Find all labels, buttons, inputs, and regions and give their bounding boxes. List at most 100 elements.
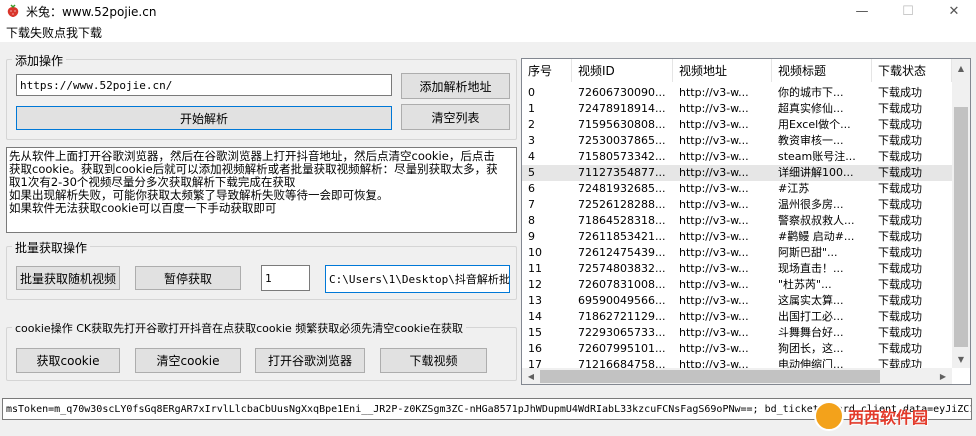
clear-list-button[interactable]: 清空列表 [401, 104, 510, 130]
url-input[interactable]: https://www.52pojie.cn/ [16, 74, 392, 96]
table-row[interactable]: 13 69590049566... http://v3-w... 这属实太算... 下载… [522, 293, 952, 309]
cell-index: 0 [528, 86, 535, 99]
cell-video-title: 这属实太算... [778, 294, 844, 307]
scroll-left-icon[interactable]: ◀ [522, 368, 540, 384]
cell-video-title: #鹳鳗 启动#... [778, 230, 855, 243]
table-row[interactable]: 3 72530037865... http://v3-w... 教资审核一... 下载成… [522, 133, 952, 149]
scroll-down-icon[interactable]: ▼ [952, 350, 970, 368]
info-line: 如果软件无法获取cookie可以百度一下手动获取即可 [9, 201, 277, 215]
cell-index: 14 [528, 310, 542, 323]
cell-index: 12 [528, 278, 542, 291]
scroll-up-icon[interactable]: ▲ [952, 59, 970, 77]
cell-video-url: http://v3-w... [679, 246, 749, 259]
title-bar: 米兔：www.52pojie.cn — ☐ ✕ [0, 0, 976, 22]
cell-video-id: 72612475439... [578, 246, 666, 259]
cell-video-url: http://v3-w... [679, 310, 749, 323]
table-row[interactable]: 0 72606730090... http://v3-w... 你的城市下... 下载成… [522, 85, 952, 101]
cell-status: 下载成功 [878, 262, 922, 275]
cell-index: 7 [528, 198, 535, 211]
cell-status: 下载成功 [878, 342, 922, 355]
cell-status: 下载成功 [878, 310, 922, 323]
table-row[interactable]: 14 71862721129... http://v3-w... 出国打工必... 下载… [522, 309, 952, 325]
cell-status: 下载成功 [878, 230, 922, 243]
add-group-legend: 添加操作 [12, 52, 67, 69]
header-download-status[interactable]: 下载状态 [872, 59, 952, 82]
scroll-right-icon[interactable]: ▶ [934, 368, 952, 384]
cell-status: 下载成功 [878, 86, 922, 99]
open-chrome-button[interactable]: 打开谷歌浏览器 [255, 348, 365, 373]
get-cookie-button[interactable]: 获取cookie [16, 348, 120, 373]
header-video-url[interactable]: 视频地址 [673, 59, 772, 82]
add-parse-url-button[interactable]: 添加解析地址 [401, 73, 510, 99]
cell-video-title: 教资审核一... [778, 134, 844, 147]
save-path-input[interactable]: C:\Users\1\Desktop\抖音解析批量 [325, 265, 510, 293]
cell-index: 11 [528, 262, 542, 275]
cell-video-id: 71580573342... [578, 150, 666, 163]
pause-button[interactable]: 暂停获取 [135, 266, 241, 290]
table-row[interactable]: 4 71580573342... http://v3-w... steam账号注...… [522, 149, 952, 165]
table-row[interactable]: 5 71127354877... http://v3-w... 详细讲解100... 下… [522, 165, 952, 181]
cookie-group-legend: cookie操作 CK获取先打开谷歌打开抖音在点获取cookie 频繁获取必须先… [12, 320, 466, 336]
cell-video-url: http://v3-w... [679, 230, 749, 243]
cell-video-id: 71127354877... [578, 166, 666, 179]
cell-status: 下载成功 [878, 326, 922, 339]
cell-video-title: steam账号注... [778, 150, 856, 163]
table-row[interactable]: 9 72611853421... http://v3-w... #鹳鳗 启动#... 下… [522, 229, 952, 245]
close-button[interactable]: ✕ [932, 0, 976, 22]
vertical-scroll-thumb[interactable] [954, 107, 968, 347]
cell-video-id: 72293065733... [578, 326, 666, 339]
cell-index: 10 [528, 246, 542, 259]
video-table[interactable]: 序号 视频ID 视频地址 视频标题 下载状态 0 72606730090... ht… [521, 58, 971, 385]
minimize-button[interactable]: — [840, 0, 884, 22]
cell-video-url: http://v3-w... [679, 86, 749, 99]
cell-video-title: 狗团长，这... [778, 342, 844, 355]
header-index[interactable]: 序号 [522, 59, 572, 82]
watermark-text: 西西软件园 [848, 408, 929, 427]
cell-video-title: 出国打工必... [778, 310, 844, 323]
clear-cookie-button[interactable]: 清空cookie [135, 348, 241, 373]
table-row[interactable]: 12 72607831008... http://v3-w... "杜苏芮"... 下载… [522, 277, 952, 293]
cell-video-id: 72574803832... [578, 262, 666, 275]
table-row[interactable]: 8 71864528318... http://v3-w... 警察叔叔救人... 下载… [522, 213, 952, 229]
table-row[interactable]: 2 71595630808... http://v3-w... 用Excel做个...… [522, 117, 952, 133]
cell-video-id: 71864528318... [578, 214, 666, 227]
table-body: 0 72606730090... http://v3-w... 你的城市下... 下载成… [522, 85, 952, 373]
cell-index: 3 [528, 134, 535, 147]
count-input[interactable]: 1 [261, 265, 310, 291]
table-row[interactable]: 15 72293065733... http://v3-w... 斗舞舞台好... 下载… [522, 325, 952, 341]
start-parse-button[interactable]: 开始解析 [16, 106, 392, 130]
vertical-scrollbar[interactable]: ▲ ▼ [952, 59, 970, 368]
table-row[interactable]: 6 72481932685... http://v3-w... #江苏 下载成功 [522, 181, 952, 197]
menu-bar: 下载失败点我下载 [0, 22, 976, 42]
horizontal-scrollbar[interactable]: ◀ ▶ [522, 368, 952, 384]
cell-video-id: 72478918914... [578, 102, 666, 115]
batch-random-button[interactable]: 批量获取随机视频 [16, 266, 120, 290]
header-video-id[interactable]: 视频ID [572, 59, 673, 82]
table-row[interactable]: 1 72478918914... http://v3-w... 超真实修仙... 下载成… [522, 101, 952, 117]
maximize-button[interactable]: ☐ [886, 0, 930, 22]
horizontal-scroll-thumb[interactable] [540, 370, 880, 383]
cell-video-url: http://v3-w... [679, 326, 749, 339]
table-row[interactable]: 11 72574803832... http://v3-w... 现场直击！... 下载… [522, 261, 952, 277]
cell-video-title: 超真实修仙... [778, 102, 844, 115]
download-video-button[interactable]: 下载视频 [380, 348, 487, 373]
table-row[interactable]: 7 72526128288... http://v3-w... 温州很多房... 下载成… [522, 197, 952, 213]
watermark: 西西软件园 [814, 400, 970, 432]
cell-video-id: 71862721129... [578, 310, 666, 323]
cell-status: 下载成功 [878, 150, 922, 163]
cell-index: 16 [528, 342, 542, 355]
table-row[interactable]: 16 72607995101... http://v3-w... 狗团长，这... 下载… [522, 341, 952, 357]
header-video-title[interactable]: 视频标题 [772, 59, 872, 82]
cell-video-url: http://v3-w... [679, 118, 749, 131]
cell-status: 下载成功 [878, 198, 922, 211]
cell-status: 下载成功 [878, 134, 922, 147]
cell-index: 13 [528, 294, 542, 307]
menu-download-failed[interactable]: 下载失败点我下载 [6, 24, 102, 41]
cell-index: 1 [528, 102, 535, 115]
cell-video-url: http://v3-w... [679, 134, 749, 147]
cell-video-title: #江苏 [778, 182, 810, 195]
window-title: 米兔：www.52pojie.cn [26, 5, 157, 19]
cell-video-url: http://v3-w... [679, 166, 749, 179]
cell-video-id: 72607995101... [578, 342, 666, 355]
table-row[interactable]: 10 72612475439... http://v3-w... 阿斯巴甜"... 下载… [522, 245, 952, 261]
